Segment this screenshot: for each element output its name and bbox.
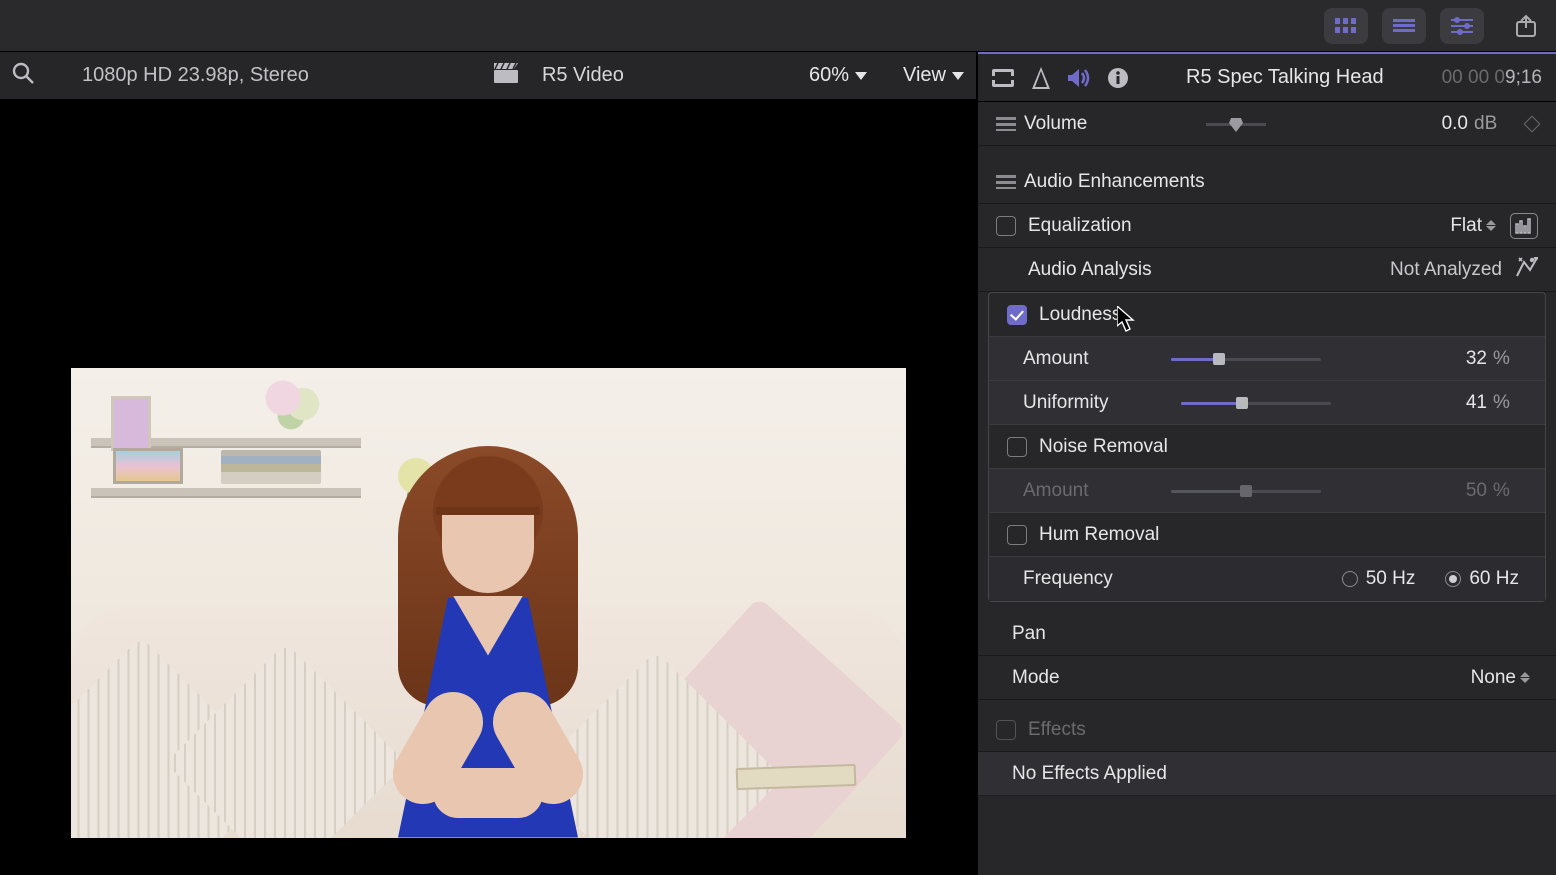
- equalization-row: Equalization Flat: [978, 204, 1556, 248]
- loudness-uniformity-label: Uniformity: [1023, 392, 1109, 414]
- volume-value[interactable]: 0.0: [1384, 113, 1474, 135]
- volume-label: Volume: [1024, 113, 1087, 135]
- effects-title: Effects: [1028, 719, 1086, 741]
- app-titlebar: [0, 0, 1556, 52]
- timecode-prefix: 00 00 0: [1442, 67, 1505, 88]
- equalization-checkbox[interactable]: [996, 216, 1016, 236]
- equalization-editor-button[interactable]: [1510, 213, 1538, 239]
- hum-frequency-label: Frequency: [1023, 568, 1113, 590]
- inspector-tab-generator-icon[interactable]: [1032, 67, 1050, 89]
- noise-removal-amount-row: Amount 50 %: [989, 469, 1545, 513]
- loudness-row: Loudness: [989, 293, 1545, 337]
- chevron-updown-icon: [1520, 672, 1530, 683]
- noise-removal-checkbox[interactable]: [1007, 437, 1027, 457]
- inspector-clip-name: R5 Spec Talking Head: [1146, 66, 1424, 89]
- hum-freq-50-label: 50 Hz: [1366, 568, 1416, 590]
- audio-analysis-label: Audio Analysis: [1028, 259, 1152, 281]
- pan-mode-value: None: [1471, 667, 1516, 689]
- viewer-format: 1080p HD 23.98p, Stereo: [82, 64, 309, 87]
- effects-empty-text: No Effects Applied: [1012, 763, 1167, 785]
- loudness-group: Loudness Amount 32 %: [988, 292, 1546, 602]
- inspector-tab-audio-icon[interactable]: [1068, 68, 1090, 88]
- keyframe-button[interactable]: [1524, 115, 1541, 132]
- audio-enhancements-header: Audio Enhancements: [978, 160, 1556, 204]
- viewer-clip-name: R5 Video: [542, 64, 624, 87]
- noise-removal-amount-slider: [1171, 481, 1321, 501]
- inspector-toolbar: R5 Spec Talking Head 00 00 09;16: [978, 54, 1556, 102]
- loudness-uniformity-unit: %: [1493, 392, 1527, 414]
- section-icon: [996, 117, 1016, 131]
- chevron-down-icon: [855, 72, 867, 80]
- video-frame: [71, 368, 906, 838]
- chevron-updown-icon: [1486, 220, 1496, 231]
- analyze-button[interactable]: [1516, 257, 1538, 283]
- loudness-uniformity-row: Uniformity 41 %: [989, 381, 1545, 425]
- effects-header: Effects: [978, 708, 1556, 752]
- noise-removal-label: Noise Removal: [1039, 436, 1168, 458]
- hum-frequency-row: Frequency 50 Hz 60 Hz: [989, 557, 1545, 601]
- loudness-uniformity-value[interactable]: 41: [1403, 392, 1493, 414]
- section-icon: [996, 175, 1016, 189]
- volume-slider[interactable]: [1206, 114, 1266, 134]
- noise-removal-amount-value: 50: [1403, 480, 1493, 502]
- loudness-checkbox[interactable]: [1007, 305, 1027, 325]
- loudness-label: Loudness: [1039, 304, 1121, 326]
- equalization-preset-popup[interactable]: Flat: [1450, 215, 1496, 237]
- pan-title: Pan: [1012, 623, 1046, 645]
- audio-analysis-status: Not Analyzed: [1390, 259, 1502, 281]
- viewer-toolbar: 1080p HD 23.98p, Stereo R5 Video 60% Vie…: [0, 52, 976, 100]
- inspector-panel: R5 Spec Talking Head 00 00 09;16 Volume: [978, 52, 1556, 875]
- loudness-uniformity-slider[interactable]: [1181, 393, 1331, 413]
- audio-analysis-row: Audio Analysis Not Analyzed: [978, 248, 1556, 292]
- hum-freq-60-label: 60 Hz: [1469, 568, 1519, 590]
- hum-freq-60-radio[interactable]: [1445, 571, 1461, 587]
- hum-freq-50-radio[interactable]: [1342, 571, 1358, 587]
- effects-empty-row: No Effects Applied: [978, 752, 1556, 796]
- viewer-canvas[interactable]: [0, 100, 976, 875]
- viewer-view-label: View: [903, 64, 946, 87]
- pan-mode-popup[interactable]: None: [1471, 667, 1530, 689]
- loudness-amount-row: Amount 32 %: [989, 337, 1545, 381]
- noise-removal-amount-unit: %: [1493, 480, 1527, 502]
- hum-removal-label: Hum Removal: [1039, 524, 1159, 546]
- pan-mode-label: Mode: [1012, 667, 1060, 689]
- viewer-zoom-popup[interactable]: 60%: [809, 64, 867, 87]
- inspector-timecode: 00 00 09;16: [1442, 67, 1542, 89]
- effects-checkbox[interactable]: [996, 720, 1016, 740]
- noise-removal-row: Noise Removal: [989, 425, 1545, 469]
- loudness-amount-value[interactable]: 32: [1403, 348, 1493, 370]
- loudness-amount-unit: %: [1493, 348, 1527, 370]
- audio-enhancements-title: Audio Enhancements: [1024, 171, 1205, 193]
- viewer-view-popup[interactable]: View: [903, 64, 964, 87]
- noise-removal-amount-label: Amount: [1023, 480, 1088, 502]
- layout-timeline-button[interactable]: [1382, 8, 1426, 44]
- viewer-panel: 1080p HD 23.98p, Stereo R5 Video 60% Vie…: [0, 52, 978, 875]
- timecode-current: 9;16: [1505, 67, 1542, 88]
- inspector-tab-info-icon[interactable]: [1108, 68, 1128, 88]
- pan-header: Pan: [978, 612, 1556, 656]
- search-icon[interactable]: [12, 62, 34, 90]
- viewer-zoom-value: 60%: [809, 64, 849, 87]
- loudness-amount-label: Amount: [1023, 348, 1088, 370]
- hum-removal-row: Hum Removal: [989, 513, 1545, 557]
- inspector-tab-video-icon[interactable]: [992, 69, 1014, 87]
- equalization-label: Equalization: [1028, 215, 1132, 237]
- volume-unit: dB: [1474, 113, 1508, 135]
- hum-removal-checkbox[interactable]: [1007, 525, 1027, 545]
- layout-browser-button[interactable]: [1324, 8, 1368, 44]
- layout-inspector-button[interactable]: [1440, 8, 1484, 44]
- pan-mode-row: Mode None: [978, 656, 1556, 700]
- clapperboard-icon: [494, 63, 518, 89]
- volume-row: Volume 0.0 dB: [978, 102, 1556, 146]
- chevron-down-icon: [952, 72, 964, 80]
- equalization-preset-value: Flat: [1450, 215, 1482, 237]
- loudness-amount-slider[interactable]: [1171, 349, 1321, 369]
- share-button[interactable]: [1506, 8, 1546, 44]
